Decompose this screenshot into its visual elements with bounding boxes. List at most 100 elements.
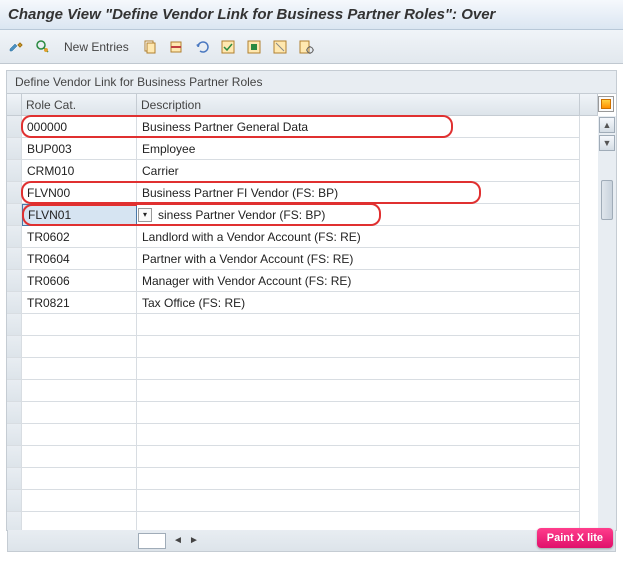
cell-role-cat[interactable] — [22, 336, 137, 358]
scroll-gutter — [580, 226, 598, 248]
row-selector[interactable] — [7, 424, 22, 446]
scroll-gutter — [580, 270, 598, 292]
row-selector[interactable] — [7, 446, 22, 468]
copy-icon[interactable] — [139, 36, 161, 58]
cell-role-cat[interactable] — [22, 468, 137, 490]
value-help-icon[interactable]: ▾ — [138, 208, 152, 222]
position-input[interactable] — [138, 533, 166, 549]
scroll-gutter — [580, 160, 598, 182]
cell-role-cat[interactable]: FLVN01 — [22, 204, 137, 226]
scroll-down-button[interactable]: ▼ — [599, 135, 615, 151]
column-header-description[interactable]: Description — [137, 94, 580, 116]
cell-description[interactable]: ▾siness Partner Vendor (FS: BP) — [137, 204, 580, 226]
cell-description[interactable] — [137, 358, 580, 380]
column-header-scroll — [580, 94, 598, 116]
scroll-gutter — [580, 336, 598, 358]
scroll-gutter — [580, 468, 598, 490]
cell-description[interactable] — [137, 490, 580, 512]
scroll-gutter — [580, 138, 598, 160]
cell-description[interactable] — [137, 336, 580, 358]
cell-description[interactable]: Carrier — [137, 160, 580, 182]
delete-icon[interactable] — [165, 36, 187, 58]
deselect-all-icon[interactable] — [269, 36, 291, 58]
cell-description[interactable]: Landlord with a Vendor Account (FS: RE) — [137, 226, 580, 248]
column-header-role-cat[interactable]: Role Cat. — [22, 94, 137, 116]
scroll-thumb[interactable] — [601, 180, 613, 220]
row-selector[interactable] — [7, 358, 22, 380]
cell-role-cat[interactable] — [22, 424, 137, 446]
cell-description[interactable] — [137, 512, 580, 531]
nav-right-icon[interactable]: ► — [187, 534, 201, 548]
cell-description[interactable]: Manager with Vendor Account (FS: RE) — [137, 270, 580, 292]
cell-role-cat[interactable] — [22, 380, 137, 402]
watermark-badge: Paint X lite — [537, 528, 613, 548]
row-selector[interactable] — [7, 468, 22, 490]
row-selector[interactable] — [7, 138, 22, 160]
cell-role-cat[interactable]: TR0821 — [22, 292, 137, 314]
row-selector[interactable] — [7, 292, 22, 314]
cell-role-cat[interactable]: BUP003 — [22, 138, 137, 160]
toolbar: New Entries — [0, 30, 623, 64]
cell-role-cat[interactable] — [22, 490, 137, 512]
cell-role-cat[interactable]: TR0606 — [22, 270, 137, 292]
cell-description[interactable] — [137, 468, 580, 490]
cell-description[interactable] — [137, 402, 580, 424]
undo-icon[interactable] — [191, 36, 213, 58]
cell-description[interactable]: Partner with a Vendor Account (FS: RE) — [137, 248, 580, 270]
cell-role-cat[interactable]: CRM010 — [22, 160, 137, 182]
table-footer: ◄ ► — [7, 530, 616, 552]
cell-description[interactable]: Employee — [137, 138, 580, 160]
select-all-column-header[interactable] — [7, 94, 22, 116]
scroll-up-button[interactable]: ▲ — [599, 117, 615, 133]
window-title: Change View "Define Vendor Link for Busi… — [0, 0, 623, 30]
cell-description[interactable] — [137, 314, 580, 336]
cell-description[interactable]: Business Partner FI Vendor (FS: BP) — [137, 182, 580, 204]
cell-role-cat[interactable] — [22, 402, 137, 424]
cell-description[interactable] — [137, 424, 580, 446]
row-selector[interactable] — [7, 116, 22, 138]
cell-role-cat[interactable]: TR0604 — [22, 248, 137, 270]
cell-role-cat[interactable] — [22, 512, 137, 531]
cell-role-cat[interactable]: 000000 — [22, 116, 137, 138]
cell-description[interactable]: Tax Office (FS: RE) — [137, 292, 580, 314]
scroll-gutter — [580, 314, 598, 336]
row-selector[interactable] — [7, 204, 22, 226]
find-other-icon[interactable] — [32, 36, 54, 58]
row-selector[interactable] — [7, 314, 22, 336]
cell-role-cat[interactable] — [22, 358, 137, 380]
row-selector[interactable] — [7, 336, 22, 358]
row-selector[interactable] — [7, 182, 22, 204]
vertical-scrollbar[interactable]: ▲ ▼ — [598, 116, 616, 530]
scroll-gutter — [580, 292, 598, 314]
scroll-gutter — [580, 446, 598, 468]
cell-role-cat[interactable]: FLVN00 — [22, 182, 137, 204]
row-selector[interactable] — [7, 160, 22, 182]
row-selector[interactable] — [7, 270, 22, 292]
cell-role-cat[interactable] — [22, 314, 137, 336]
cell-role-cat[interactable] — [22, 446, 137, 468]
scroll-gutter — [580, 380, 598, 402]
row-selector[interactable] — [7, 248, 22, 270]
row-selector[interactable] — [7, 402, 22, 424]
scroll-gutter — [580, 424, 598, 446]
row-selector[interactable] — [7, 380, 22, 402]
cell-description[interactable] — [137, 380, 580, 402]
cell-description[interactable] — [137, 446, 580, 468]
select-all-icon[interactable] — [217, 36, 239, 58]
select-block-icon[interactable] — [243, 36, 265, 58]
cell-description[interactable]: Business Partner General Data — [137, 116, 580, 138]
scroll-gutter — [580, 182, 598, 204]
nav-left-icon[interactable]: ◄ — [171, 534, 185, 548]
cell-role-cat[interactable]: TR0602 — [22, 226, 137, 248]
table: Role Cat.Description000000Business Partn… — [6, 93, 617, 531]
new-entries-button[interactable]: New Entries — [58, 38, 135, 56]
scroll-gutter — [580, 116, 598, 138]
row-selector[interactable] — [7, 512, 22, 531]
toggle-display-change-icon[interactable] — [6, 36, 28, 58]
table-config-icon[interactable] — [598, 96, 614, 112]
row-selector[interactable] — [7, 226, 22, 248]
scroll-gutter — [580, 248, 598, 270]
row-selector[interactable] — [7, 490, 22, 512]
scroll-gutter — [580, 204, 598, 226]
configuration-icon[interactable] — [295, 36, 317, 58]
